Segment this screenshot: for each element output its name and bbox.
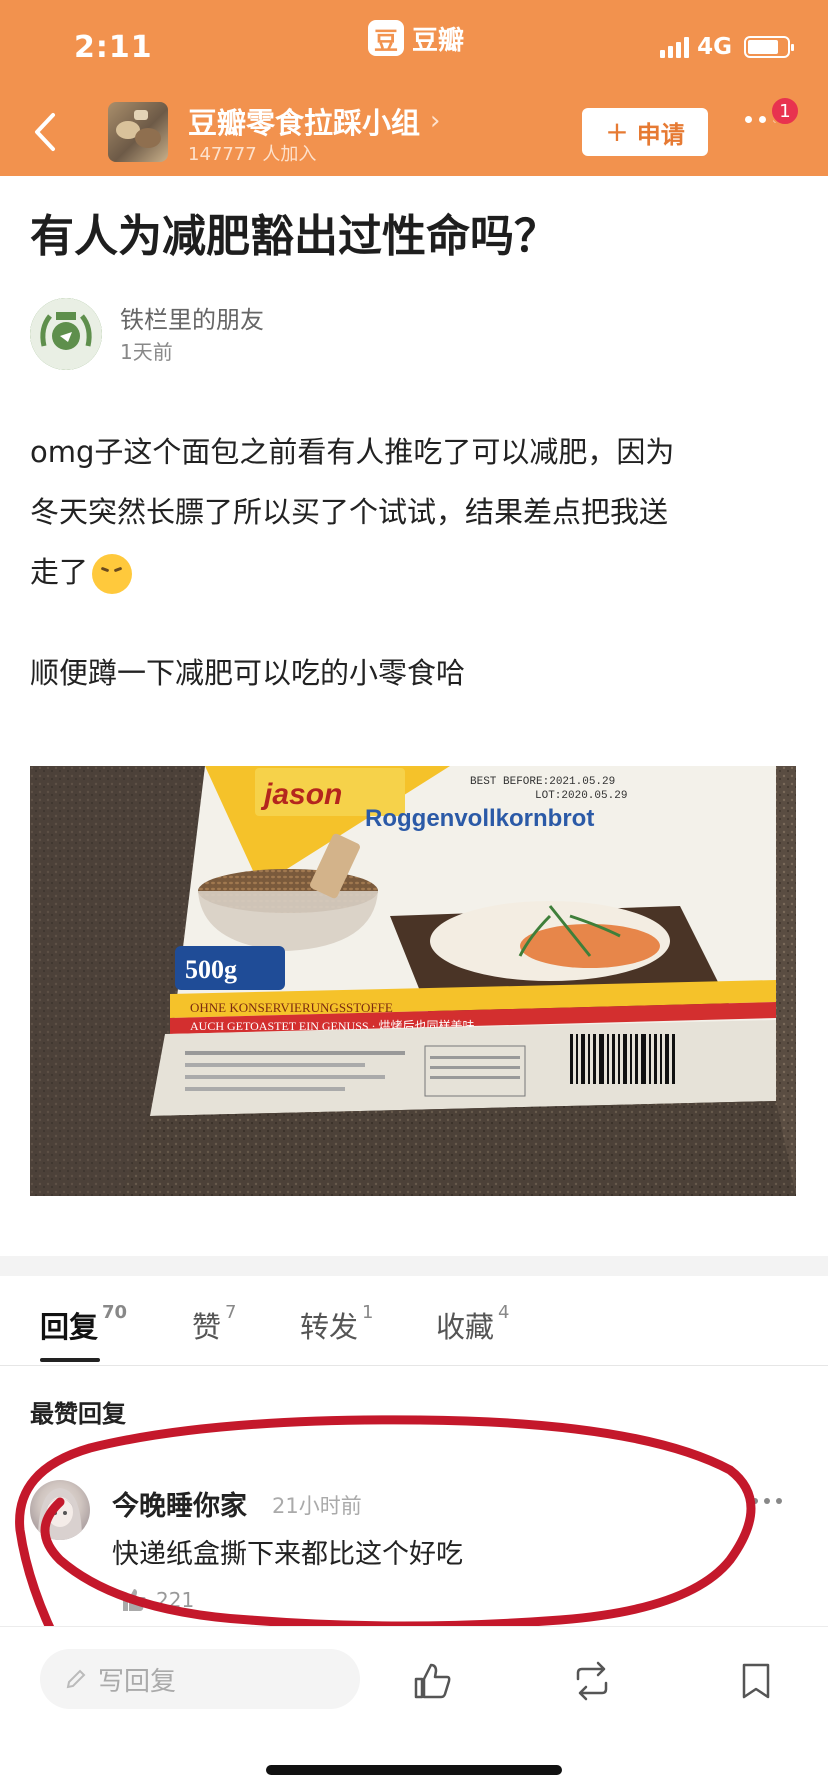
home-indicator [266,1765,562,1775]
tab-label: 赞 [192,1310,222,1344]
battery-icon [744,36,794,58]
pencil-icon [66,1669,86,1689]
comment-like-count: 221 [156,1588,195,1612]
group-name[interactable]: 豆瓣零食拉踩小组 › [188,100,440,142]
brand-logo-text: jason [260,778,342,811]
banner-preservatives-text: OHNE KONSERVIERUNGSSTOFFE [190,1000,393,1015]
active-tab-underline [40,1358,100,1362]
thumbs-up-icon [123,1589,146,1611]
tab-reposts[interactable]: 转发 1 [300,1302,374,1346]
notification-badge: 1 [770,96,800,126]
post-image[interactable]: jason BEST BEFORE:2021.05.29 LOT:2020.05… [30,766,796,1196]
comment-text: 快递纸盒撕下来都比这个好吃 [112,1539,463,1570]
post-time: 1天前 [120,340,173,364]
tab-label: 转发 [300,1310,359,1344]
comment-more-icon[interactable] [752,1498,782,1504]
bookmark-icon[interactable] [734,1659,778,1703]
bottom-bar: 写回复 [0,1626,828,1792]
tab-count: 70 [102,1302,128,1323]
tab-bar: 回复 70 赞 7 转发 1 收藏 4 [0,1276,828,1366]
tab-count: 7 [225,1302,237,1323]
post-line: 冬天突然长膘了所以买了个试试，结果差点把我送 [30,495,669,529]
comment-avatar[interactable] [30,1480,90,1540]
best-before-text: BEST BEFORE:2021.05.29 [470,776,615,788]
post-line-text: 走了 [30,555,89,589]
section-heading: 最赞回复 [30,1400,126,1428]
app-name: 豆瓣 [412,25,465,56]
group-name-text: 豆瓣零食拉踩小组 [188,106,421,140]
group-members: 147777 人加入 [188,144,317,165]
post-extra-line: 顺便蹲一下减肥可以吃的小零食哈 [30,656,466,690]
back-icon[interactable] [30,112,60,152]
chevron-right-icon: › [430,106,441,136]
comment-like-button[interactable]: 221 [120,1586,194,1614]
tab-label: 回复 [40,1310,99,1344]
lot-text: LOT:2020.05.29 [535,790,627,802]
apply-label: 申请 [636,120,685,149]
comment-username[interactable]: 今晚睡你家 [112,1484,247,1523]
post-line-last: 走了 [30,542,800,602]
post-title: 有人为减肥豁出过性命吗？ [30,211,558,262]
apply-button[interactable]: + 申请 [582,108,708,156]
tab-label: 收藏 [436,1310,495,1344]
author-name[interactable]: 铁栏里的朋友 [120,300,264,335]
tab-replies[interactable]: 回复 70 [40,1302,128,1346]
repost-icon[interactable] [570,1659,614,1703]
status-indicators: 4G [660,34,794,60]
product-name-text: Roggenvollkornbrot [365,805,594,832]
app-brand: 豆 豆瓣 [368,20,464,56]
tab-count: 1 [362,1302,374,1323]
reply-placeholder: 写回复 [98,1666,177,1697]
header: 2:11 豆 豆瓣 4G 豆瓣零食拉踩小组 › 147777 人加入 + 申请 [0,0,828,176]
post-body: omg子这个面包之前看有人推吃了可以减肥，因为 冬天突然长膘了所以买了个试试，结… [30,422,800,602]
post-line: omg子这个面包之前看有人推吃了可以减肥，因为 [30,435,675,469]
plus-icon: + [605,115,629,148]
signal-icon [660,36,690,58]
author-avatar[interactable] [30,298,102,370]
network-label: 4G [697,34,732,60]
weight-text: 500g [185,955,237,984]
reply-input[interactable]: 写回复 [40,1649,360,1709]
tab-favorites[interactable]: 收藏 4 [436,1302,510,1346]
douban-logo-icon: 豆 [368,20,404,56]
sick-face-emoji-icon [92,554,133,594]
group-avatar[interactable] [108,102,168,162]
page: 2:11 豆 豆瓣 4G 豆瓣零食拉踩小组 › 147777 人加入 + 申请 [0,0,828,1792]
tab-count: 4 [498,1302,510,1323]
comment-time: 21小时前 [272,1494,362,1518]
status-time: 2:11 [74,30,153,65]
tab-likes[interactable]: 赞 7 [192,1302,237,1346]
like-icon[interactable] [410,1659,454,1703]
section-divider [0,1256,828,1276]
